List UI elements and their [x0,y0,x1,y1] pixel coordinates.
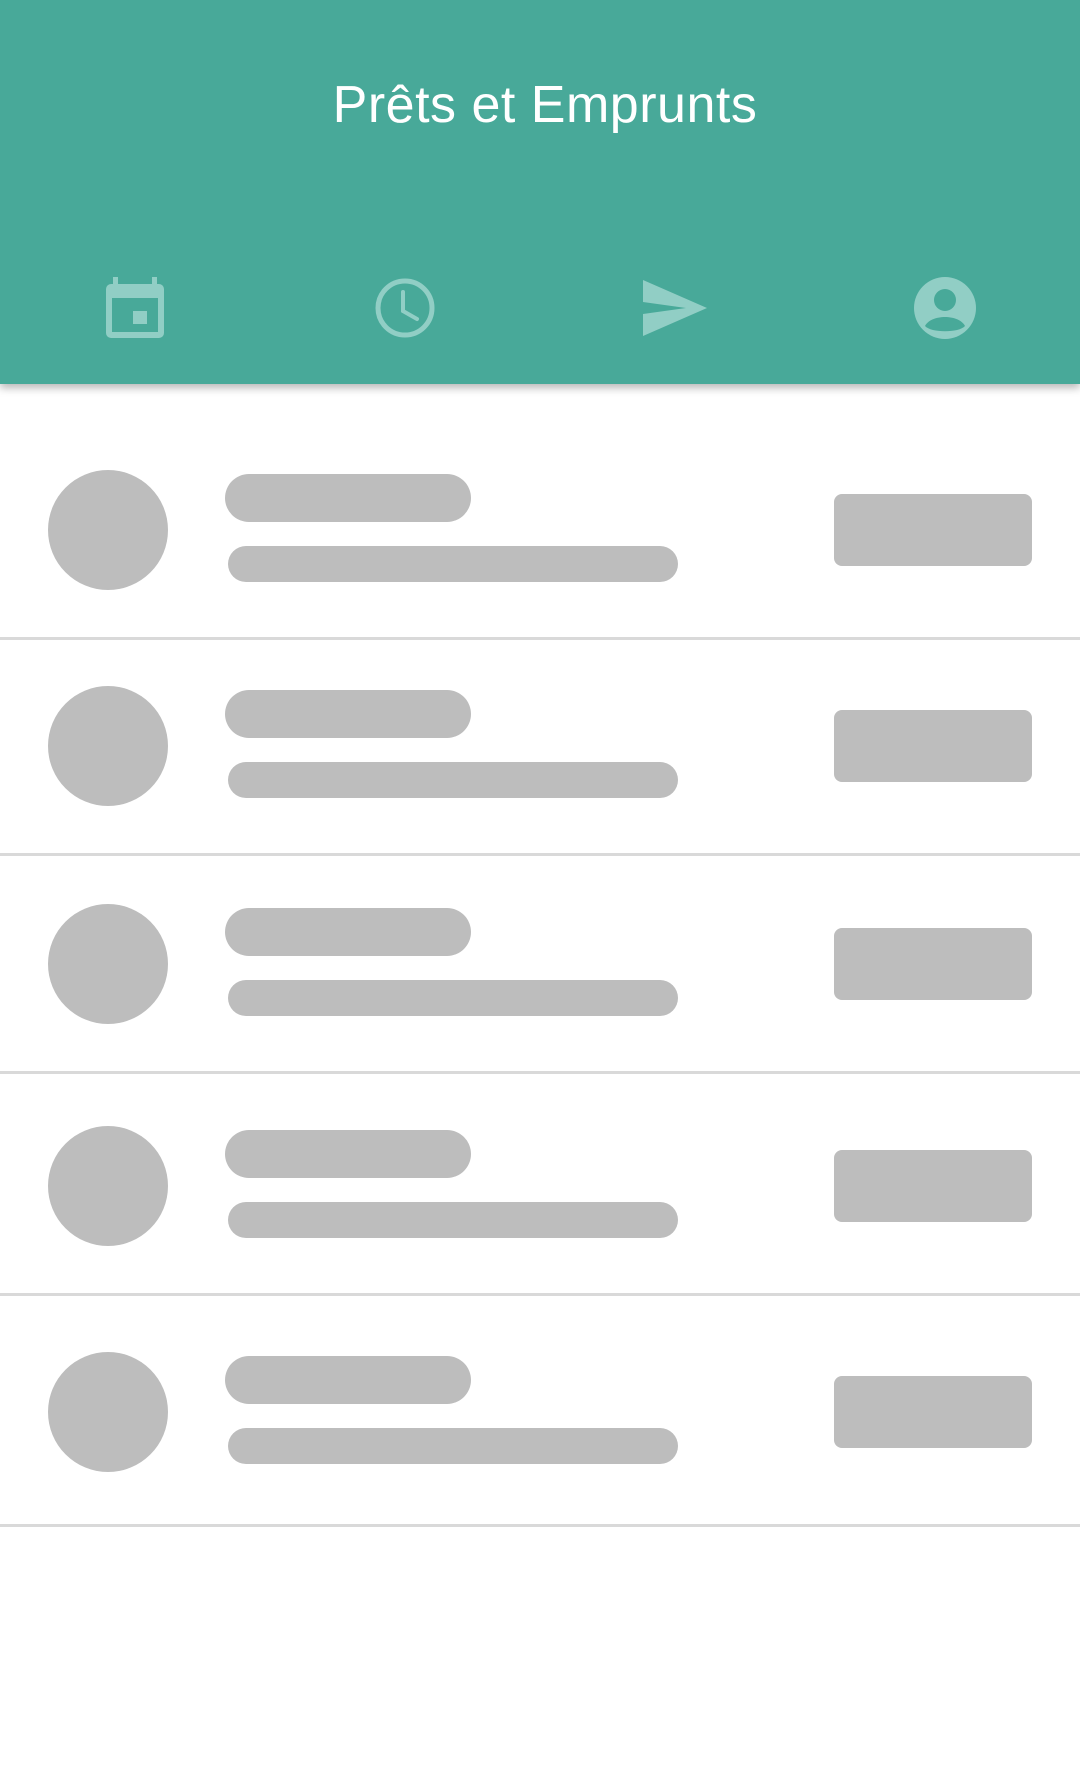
subtitle-placeholder [228,1202,678,1238]
tab-history[interactable] [345,248,465,368]
title-placeholder [225,1130,471,1178]
title-placeholder [225,474,471,522]
amount-placeholder [834,494,1032,566]
subtitle-placeholder [228,762,678,798]
avatar-placeholder [48,1352,168,1472]
subtitle-placeholder [228,980,678,1016]
avatar-placeholder [48,1126,168,1246]
avatar-placeholder [48,686,168,806]
amount-placeholder [834,1376,1032,1448]
loans-list [0,384,1080,1527]
app-screen: Prêts et Emprunts [0,0,1080,1770]
page-title: Prêts et Emprunts [332,76,758,134]
title-placeholder [225,1356,471,1404]
app-bar: Prêts et Emprunts [0,0,1080,384]
avatar-placeholder [48,904,168,1024]
amount-placeholder [834,1150,1032,1222]
avatar-placeholder [48,470,168,590]
tab-send[interactable] [615,248,735,368]
send-icon [643,280,707,336]
calendar-event-icon [106,277,164,338]
account-circle-icon [914,277,976,339]
tab-calendar[interactable] [75,248,195,368]
subtitle-placeholder [228,546,678,582]
list-item-placeholder [0,640,1080,856]
tab-bar [0,248,1080,368]
list-item-placeholder [0,1296,1080,1527]
tab-account[interactable] [885,248,1005,368]
clock-icon [375,278,435,338]
title-placeholder [225,908,471,956]
title-placeholder [225,690,471,738]
list-item-placeholder [0,856,1080,1074]
subtitle-placeholder [228,1428,678,1464]
list-item-placeholder [0,1074,1080,1296]
amount-placeholder [834,710,1032,782]
amount-placeholder [834,928,1032,1000]
list-item-placeholder [0,384,1080,640]
